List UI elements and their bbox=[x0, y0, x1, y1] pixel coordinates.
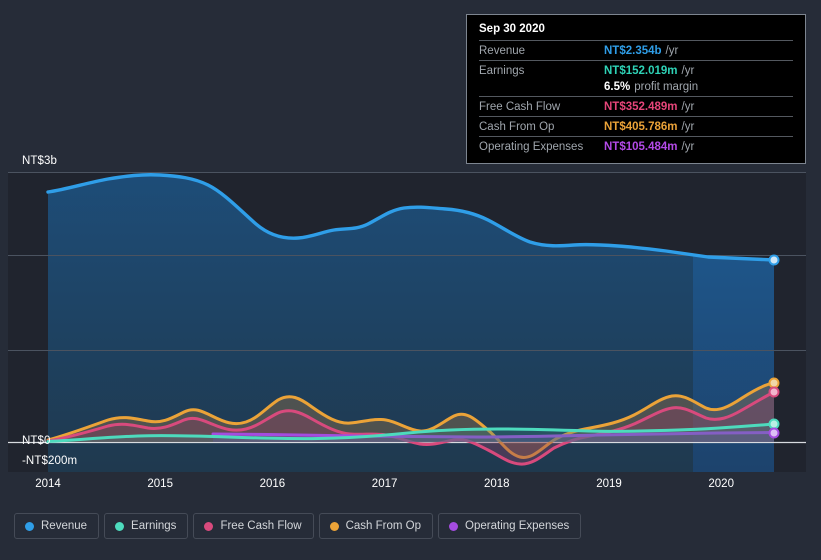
legend-item-label: Operating Expenses bbox=[465, 520, 570, 532]
tooltip-row-unit: /yr bbox=[681, 121, 695, 133]
tooltip-row-key: Operating Expenses bbox=[479, 141, 584, 153]
chart-legend: Revenue Earnings Free Cash Flow Cash From O… bbox=[14, 513, 582, 539]
legend-color-dot-icon bbox=[25, 521, 34, 531]
legend-item-free-cash-flow[interactable]: Free Cash Flow bbox=[193, 513, 314, 539]
y-axis-zero-label: NT$0 bbox=[22, 435, 51, 447]
revenue-endpoint-marker bbox=[768, 254, 780, 266]
legend-color-dot-icon bbox=[115, 521, 125, 531]
legend-color-dot-icon bbox=[449, 521, 459, 531]
legend-color-dot-icon bbox=[329, 521, 339, 531]
free-cash-flow-endpoint-marker bbox=[768, 386, 780, 398]
tooltip-rows: Revenue NT$2.354b/yr Earnings NT$152.019m/y… bbox=[479, 40, 793, 156]
tooltip-row-subtext: profit margin bbox=[634, 81, 699, 93]
x-axis-tick-2018: 2018 bbox=[484, 478, 510, 490]
tooltip-row-key: Earnings bbox=[479, 65, 525, 77]
legend-item-label: Revenue bbox=[41, 520, 88, 532]
y-axis-top-label: NT$3b bbox=[22, 155, 58, 167]
financial-chart-widget: NT$3b NT$0 -NT$200m 2014 2015 2016 2017 2018… bbox=[0, 0, 821, 560]
tooltip-row: Free Cash Flow NT$352.489m/yr bbox=[479, 96, 793, 116]
x-axis: 2014 2015 2016 2017 2018 2019 2020 bbox=[8, 478, 806, 498]
legend-item-cash-from-op[interactable]: Cash From Op bbox=[318, 513, 434, 539]
tooltip-row-key: Free Cash Flow bbox=[479, 101, 561, 113]
tooltip-row-value: NT$152.019m bbox=[604, 65, 678, 77]
tooltip-row-value: NT$352.489m bbox=[604, 101, 678, 113]
tooltip-row: Revenue NT$2.354b/yr bbox=[479, 40, 793, 60]
tooltip-row: Cash From Op NT$405.786m/yr bbox=[479, 116, 793, 136]
tooltip-row-value: NT$405.786m bbox=[604, 121, 678, 133]
chart-plot-area bbox=[8, 172, 806, 472]
tooltip-row: 6.5% profit margin bbox=[479, 80, 793, 96]
legend-item-revenue[interactable]: Revenue bbox=[14, 513, 100, 539]
x-axis-tick-2016: 2016 bbox=[259, 478, 286, 490]
legend-item-operating-expenses[interactable]: Operating Expenses bbox=[438, 513, 582, 539]
x-axis-tick-2017: 2017 bbox=[371, 478, 398, 490]
earnings-endpoint-marker bbox=[768, 418, 780, 430]
x-axis-tick-2015: 2015 bbox=[147, 478, 173, 490]
tooltip-date: Sep 30 2020 bbox=[479, 23, 545, 35]
chart-canvas bbox=[8, 172, 806, 472]
tooltip-row: Earnings NT$152.019m/yr bbox=[479, 60, 793, 80]
legend-item-label: Free Cash Flow bbox=[220, 520, 302, 532]
legend-color-dot-icon bbox=[204, 521, 214, 531]
x-axis-tick-2014: 2014 bbox=[35, 478, 61, 490]
data-tooltip: Sep 30 2020 Revenue NT$2.354b/yr Earnings N… bbox=[466, 14, 806, 164]
legend-item-earnings[interactable]: Earnings bbox=[104, 513, 189, 539]
tooltip-row-unit: /yr bbox=[681, 141, 695, 153]
x-axis-tick-2020: 2020 bbox=[708, 478, 734, 490]
legend-item-label: Cash From Op bbox=[345, 520, 422, 532]
x-axis-tick-2019: 2019 bbox=[596, 478, 622, 490]
cash-from-op-endpoint-marker bbox=[768, 377, 780, 389]
legend-item-label: Earnings bbox=[131, 520, 177, 532]
operating-expenses-endpoint-marker bbox=[768, 427, 780, 439]
tooltip-row-unit: /yr bbox=[681, 65, 695, 77]
tooltip-row-unit: /yr bbox=[681, 101, 695, 113]
tooltip-row-unit: /yr bbox=[665, 45, 679, 57]
y-axis-bottom-label: -NT$200m bbox=[22, 455, 78, 467]
tooltip-row-key: Revenue bbox=[479, 45, 526, 57]
tooltip-row-key: Cash From Op bbox=[479, 121, 555, 133]
tooltip-row: Operating Expenses NT$105.484m/yr bbox=[479, 136, 793, 156]
tooltip-row-value: NT$2.354b bbox=[604, 45, 662, 57]
tooltip-row-value: 6.5% bbox=[604, 81, 631, 93]
tooltip-row-value: NT$105.484m bbox=[604, 141, 678, 153]
